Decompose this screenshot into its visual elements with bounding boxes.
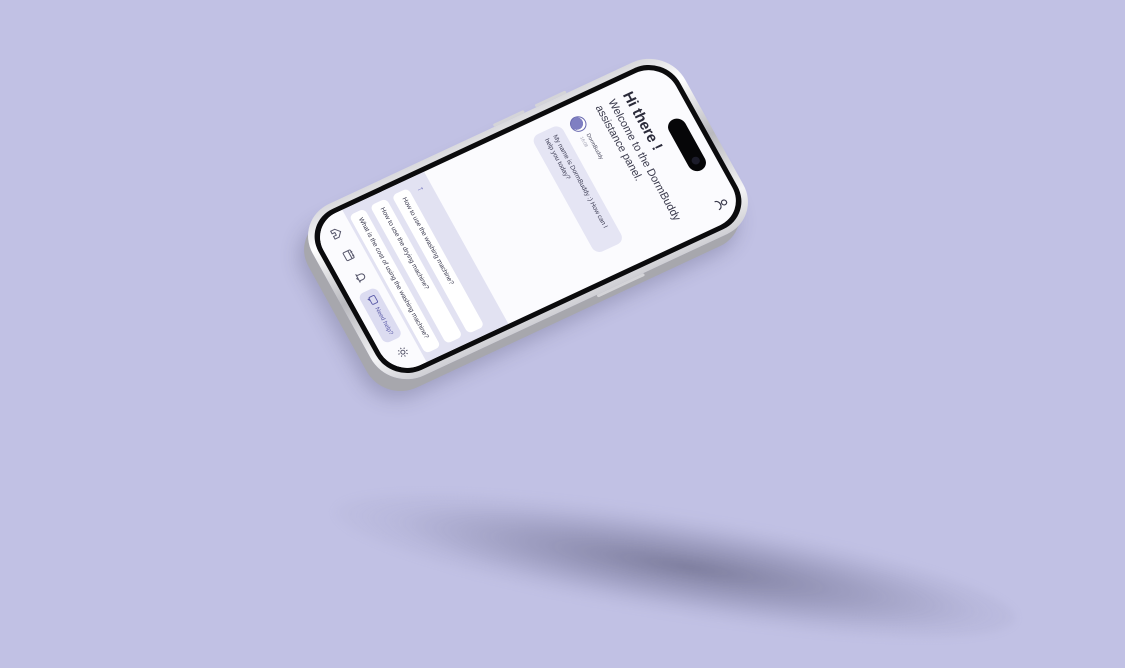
home-icon: [324, 225, 346, 243]
profile-button[interactable]: [712, 194, 732, 212]
nav-home[interactable]: [321, 221, 349, 247]
phone-device: Hi there ! Welcome to the DormBuddy assi…: [294, 46, 762, 392]
bell-icon: [348, 269, 370, 287]
settings-icon: [390, 344, 412, 362]
phone-bezel: Hi there ! Welcome to the DormBuddy assi…: [302, 54, 754, 384]
up-arrow-icon[interactable]: ↑: [415, 185, 426, 193]
nav-notifications[interactable]: [346, 265, 374, 291]
app-screen: Hi there ! Welcome to the DormBuddy assi…: [309, 60, 747, 378]
calendar-icon: [336, 247, 358, 265]
need-help-label: Need help?: [373, 306, 394, 337]
nav-calendar[interactable]: [333, 243, 361, 269]
user-icon: [708, 195, 730, 214]
phone-shadow: [326, 461, 1024, 668]
bot-avatar: [567, 113, 590, 135]
nav-settings[interactable]: [387, 340, 415, 366]
